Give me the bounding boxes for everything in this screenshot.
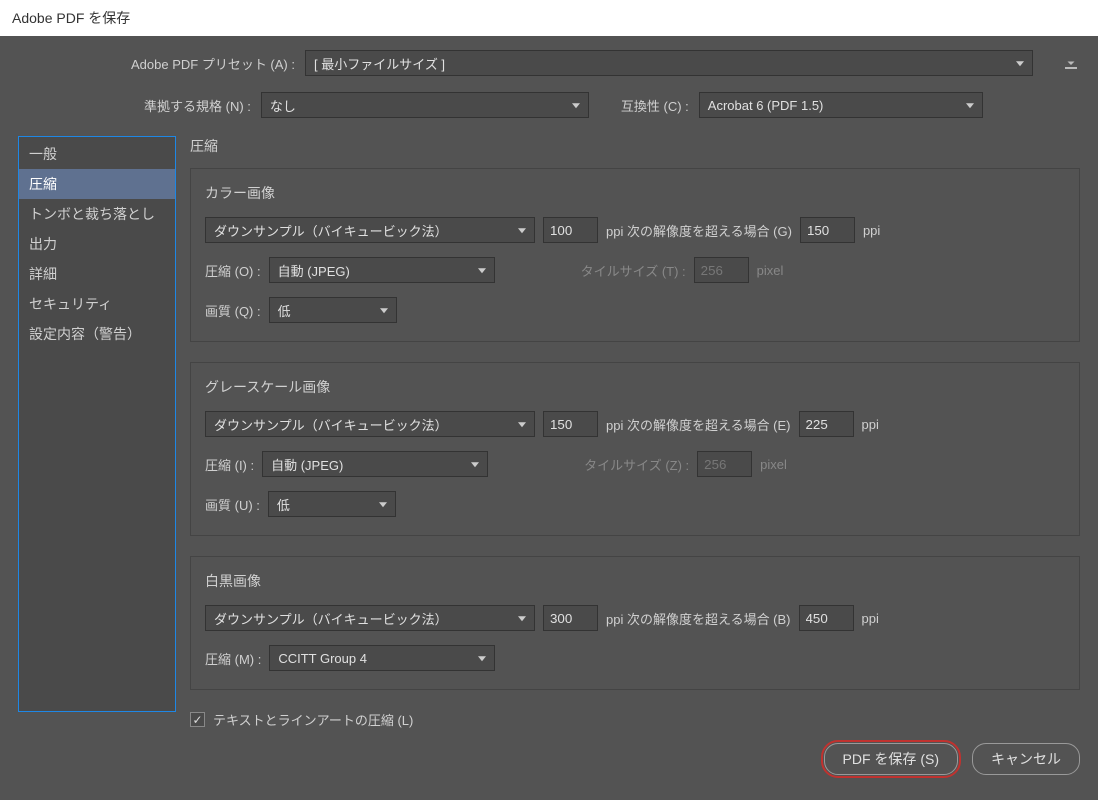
mono-compress-select[interactable]: CCITT Group 4	[269, 645, 495, 671]
sidebar-item-security[interactable]: セキュリティ	[19, 289, 175, 319]
save-pdf-button[interactable]: PDF を保存 (S)	[824, 743, 958, 775]
color-downsample-ppi[interactable]	[543, 217, 598, 243]
sidebar-item-compression[interactable]: 圧縮	[19, 169, 175, 199]
gray-tile-input	[697, 451, 752, 477]
preset-select[interactable]: [ 最小ファイルサイズ ]	[305, 50, 1033, 76]
mono-compress-label: 圧縮 (M) :	[205, 649, 261, 668]
text-compress-checkbox[interactable]	[190, 712, 205, 727]
gray-downsample-ppi[interactable]	[543, 411, 598, 437]
color-compress-select[interactable]: 自動 (JPEG)	[269, 257, 495, 283]
gray-downsample-select[interactable]: ダウンサンプル（バイキュービック法）	[205, 411, 535, 437]
standard-select[interactable]: なし	[261, 92, 589, 118]
sidebar-item-output[interactable]: 出力	[19, 229, 175, 259]
sidebar-item-advanced[interactable]: 詳細	[19, 259, 175, 289]
download-icon[interactable]	[1062, 54, 1080, 72]
color-tile-input	[694, 257, 749, 283]
ppi-unit: ppi	[863, 223, 880, 238]
color-images-section: カラー画像 ダウンサンプル（バイキュービック法） ppi 次の解像度を超える場合…	[190, 168, 1080, 342]
color-above-label: ppi 次の解像度を超える場合 (G)	[606, 221, 792, 240]
page-title: 圧縮	[190, 136, 1080, 156]
grayscale-images-section: グレースケール画像 ダウンサンプル（バイキュービック法） ppi 次の解像度を超…	[190, 362, 1080, 536]
gray-compress-label: 圧縮 (I) :	[205, 455, 254, 474]
pixel-unit: pixel	[757, 263, 784, 278]
window-title: Adobe PDF を保存	[12, 8, 130, 28]
gray-above-label: ppi 次の解像度を超える場合 (E)	[606, 415, 791, 434]
gray-quality-label: 画質 (U) :	[205, 495, 260, 514]
color-tile-label: タイルサイズ (T) :	[581, 261, 686, 280]
gray-compress-select[interactable]: 自動 (JPEG)	[262, 451, 488, 477]
standard-label: 準拠する規格 (N) :	[144, 96, 251, 115]
preset-label: Adobe PDF プリセット (A) :	[131, 54, 295, 73]
compat-label: 互換性 (C) :	[621, 96, 689, 115]
mono-downsample-select[interactable]: ダウンサンプル（バイキュービック法）	[205, 605, 535, 631]
mono-above-ppi[interactable]	[799, 605, 854, 631]
cancel-button[interactable]: キャンセル	[972, 743, 1080, 775]
gray-quality-select[interactable]: 低	[268, 491, 396, 517]
text-compress-label: テキストとラインアートの圧縮 (L)	[213, 710, 413, 729]
ppi-unit: ppi	[862, 611, 879, 626]
pixel-unit: pixel	[760, 457, 787, 472]
window-titlebar: Adobe PDF を保存	[0, 0, 1098, 36]
mono-downsample-ppi[interactable]	[543, 605, 598, 631]
gray-above-ppi[interactable]	[799, 411, 854, 437]
sidebar-item-general[interactable]: 一般	[19, 139, 175, 169]
sidebar-item-summary[interactable]: 設定内容（警告）	[19, 319, 175, 349]
gray-tile-label: タイルサイズ (Z) :	[584, 455, 689, 474]
mono-images-title: 白黒画像	[205, 571, 1065, 591]
mono-above-label: ppi 次の解像度を超える場合 (B)	[606, 609, 791, 628]
sidebar: 一般 圧縮 トンボと裁ち落とし 出力 詳細 セキュリティ 設定内容（警告）	[18, 136, 176, 712]
color-images-title: カラー画像	[205, 183, 1065, 203]
color-downsample-select[interactable]: ダウンサンプル（バイキュービック法）	[205, 217, 535, 243]
grayscale-images-title: グレースケール画像	[205, 377, 1065, 397]
color-quality-label: 画質 (Q) :	[205, 301, 261, 320]
color-compress-label: 圧縮 (O) :	[205, 261, 261, 280]
color-above-ppi[interactable]	[800, 217, 855, 243]
mono-images-section: 白黒画像 ダウンサンプル（バイキュービック法） ppi 次の解像度を超える場合 …	[190, 556, 1080, 690]
ppi-unit: ppi	[862, 417, 879, 432]
color-quality-select[interactable]: 低	[269, 297, 397, 323]
compat-select[interactable]: Acrobat 6 (PDF 1.5)	[699, 92, 983, 118]
sidebar-item-marks[interactable]: トンボと裁ち落とし	[19, 199, 175, 229]
